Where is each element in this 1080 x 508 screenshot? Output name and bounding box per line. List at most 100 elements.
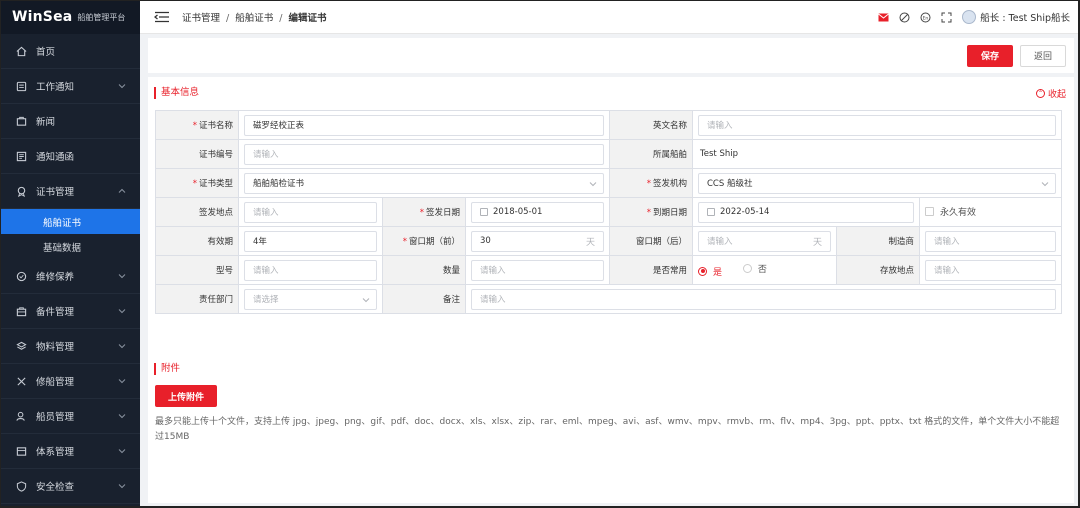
crew-icon	[15, 410, 27, 422]
required-mark: *	[646, 208, 651, 218]
sidebar-item-certificates[interactable]: 证书管理	[0, 174, 140, 209]
form-row: 证书编号 请输入 所属船舶 Test Ship	[155, 139, 1062, 169]
sidebar-item-maintenance[interactable]: 维修保养	[0, 259, 140, 294]
brand-name: WinSea	[12, 9, 73, 25]
home-icon	[15, 45, 27, 57]
issue-date-picker[interactable]: 2018-05-01	[471, 201, 604, 223]
chevron-down-icon	[362, 297, 370, 302]
maintenance-icon	[15, 270, 27, 282]
window-after-label: 窗口期（后）	[609, 226, 693, 256]
model-label: 型号	[155, 255, 239, 285]
breadcrumb-certificates[interactable]: 证书管理	[182, 13, 220, 24]
en-name-input[interactable]: 请输入	[698, 114, 1056, 136]
qty-input[interactable]: 请输入	[471, 259, 604, 281]
required-mark: *	[646, 179, 651, 189]
permanent-checkbox[interactable]: 永久有效	[925, 205, 976, 218]
upload-attachment-button[interactable]: 上传附件	[155, 385, 217, 407]
radio-no[interactable]: 否	[742, 262, 767, 275]
issuer-select[interactable]: CCS 船级社	[698, 172, 1056, 194]
common-label: 是否常用	[609, 255, 693, 285]
chevron-down-icon	[118, 414, 126, 419]
dept-select[interactable]: 请选择	[244, 288, 377, 310]
chevron-down-icon	[118, 309, 126, 314]
window-before-label-text: 窗口期（前）	[408, 237, 460, 247]
sidebar-item-materials[interactable]: 物料管理	[0, 329, 140, 364]
issue-place-input[interactable]: 请输入	[244, 201, 377, 223]
sidebar-item-spare-parts[interactable]: 备件管理	[0, 294, 140, 329]
basic-info-title: 基本信息	[154, 87, 199, 99]
sidebar-item-label: 首页	[36, 47, 56, 58]
sidebar-subitem-base-data[interactable]: 基础数据	[0, 234, 140, 259]
expiry-label-text: 到期日期	[652, 208, 687, 218]
back-button[interactable]: 返回	[1020, 44, 1066, 67]
window-before-input[interactable]: 30 天	[471, 230, 604, 252]
materials-icon	[15, 340, 27, 352]
window-before-value: 30	[480, 236, 491, 246]
dept-cell: 请选择	[238, 284, 383, 314]
sidebar-item-label: 船员管理	[36, 412, 75, 423]
chevron-down-icon	[1041, 181, 1049, 186]
cert-name-input[interactable]: 磁罗经校正表	[244, 114, 604, 136]
issue-date-label: * 签发日期	[382, 197, 466, 227]
en-name-label: 英文名称	[609, 110, 693, 140]
storage-cell: 请输入	[919, 255, 1062, 285]
sidebar-item-ship-repair[interactable]: 修船管理	[0, 364, 140, 399]
compass-icon[interactable]	[899, 12, 910, 23]
collapse-toggle[interactable]: ⌃ 收起	[1035, 87, 1066, 100]
permanent-cell: 永久有效	[919, 197, 1062, 227]
maker-input[interactable]: 请输入	[925, 230, 1056, 252]
chevron-down-icon	[118, 379, 126, 384]
remark-input[interactable]: 请输入	[471, 288, 1056, 310]
form-row: 有效期 4年 * 窗口期（前） 30 天 窗口期（后） 请输入 天 制造商 请输入	[155, 226, 1062, 256]
notice-icon	[15, 80, 27, 92]
sidebar-item-home[interactable]: 首页	[0, 34, 140, 69]
cert-no-input[interactable]: 请输入	[244, 143, 604, 165]
form-row: * 证书名称 磁罗经校正表 英文名称 请输入	[155, 110, 1062, 140]
sidebar-item-crew[interactable]: 船员管理	[0, 399, 140, 434]
sidebar-item-system-mgmt[interactable]: 体系管理	[0, 434, 140, 469]
logo: WinSea 船舶管理平台	[0, 0, 140, 34]
chevron-down-icon	[118, 274, 126, 279]
sidebar-item-label: 新闻	[36, 117, 56, 128]
window-after-input[interactable]: 请输入 天	[698, 230, 831, 252]
sidebar-subitem-ship-certificates[interactable]: 船舶证书	[0, 209, 140, 234]
mail-icon[interactable]	[878, 12, 890, 23]
save-button[interactable]: 保存	[967, 44, 1013, 67]
sidebar-item-label: 备件管理	[36, 307, 75, 318]
storage-input[interactable]: 请输入	[925, 259, 1056, 281]
cert-name-cell: 磁罗经校正表	[238, 110, 610, 140]
menu-toggle-icon[interactable]	[154, 11, 170, 23]
cert-name-label: * 证书名称	[155, 110, 239, 140]
breadcrumb-ship-certificates[interactable]: 船舶证书	[235, 13, 273, 24]
certificate-icon	[15, 185, 27, 197]
ship-value: Test Ship	[700, 149, 738, 159]
sidebar-item-safety-check[interactable]: 安全检查	[0, 469, 140, 504]
fullscreen-icon[interactable]	[941, 12, 952, 23]
validity-input[interactable]: 4年	[244, 230, 377, 252]
sidebar-item-circulars[interactable]: 通知通函	[0, 139, 140, 174]
dept-placeholder: 请选择	[253, 295, 279, 305]
form-row: * 证书类型 船舶船检证书 * 签发机构 CCS 船级社	[155, 168, 1062, 198]
cert-type-select[interactable]: 船舶船检证书	[244, 172, 604, 194]
model-input[interactable]: 请输入	[244, 259, 377, 281]
breadcrumb-current: 编辑证书	[288, 12, 327, 24]
sidebar-item-label: 工作通知	[36, 82, 75, 93]
expiry-date-value: 2022-05-14	[720, 207, 770, 217]
qty-cell: 请输入	[465, 255, 610, 285]
dept-label: 责任部门	[155, 284, 239, 314]
chevron-down-icon	[589, 181, 597, 186]
avatar	[962, 10, 977, 24]
language-icon[interactable]: En	[920, 12, 931, 23]
day-unit: 天	[812, 237, 822, 248]
required-mark: *	[192, 179, 197, 189]
validity-label: 有效期	[155, 226, 239, 256]
user-menu[interactable]: 船长 : Test Ship船长	[962, 10, 1070, 24]
sidebar-item-work-notice[interactable]: 工作通知	[0, 69, 140, 104]
issue-date-label-text: 签发日期	[425, 208, 460, 218]
expiry-date-picker[interactable]: 2022-05-14	[698, 201, 914, 223]
sidebar-item-label: 体系管理	[36, 447, 75, 458]
issuer-label: * 签发机构	[609, 168, 693, 198]
maker-label: 制造商	[836, 226, 920, 256]
sidebar-item-news[interactable]: 新闻	[0, 104, 140, 139]
radio-yes[interactable]: 是	[698, 265, 722, 278]
